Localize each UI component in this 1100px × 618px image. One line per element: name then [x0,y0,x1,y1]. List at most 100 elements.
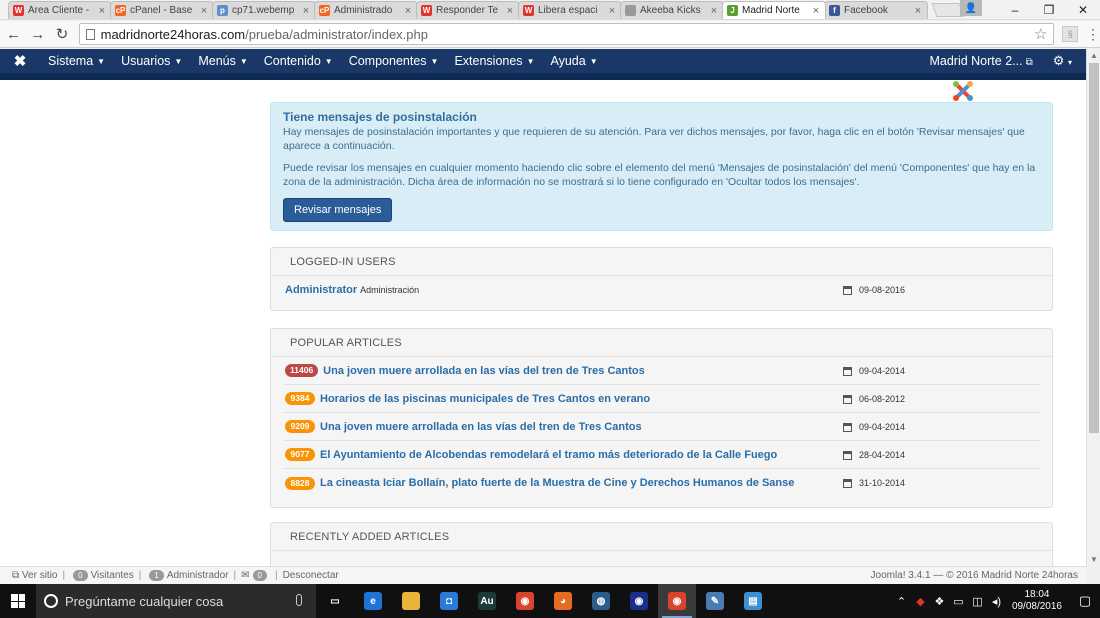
taskbar-app[interactable]: ◍ [582,584,620,618]
article-link[interactable]: El Ayuntamiento de Alcobendas remodelará… [320,449,777,461]
bookmark-star-icon[interactable]: ☆ [1034,25,1047,43]
scroll-up-icon[interactable]: ▲ [1087,49,1100,63]
network-icon[interactable]: ◫ [970,595,985,608]
close-tab-icon[interactable]: × [97,5,107,17]
logged-in-users-panel: LOGGED-IN USERS Administrator Administrac… [270,247,1053,311]
menu-label: Sistema [48,54,94,68]
taskbar-app[interactable]: ▭ [316,584,354,618]
popular-articles-panel: POPULAR ARTICLES 11406 Una joven muere ar… [270,328,1053,508]
profile-button[interactable]: 👤 [960,0,982,16]
forward-button[interactable]: → [27,23,48,45]
clock[interactable]: 18:04 09/08/2016 [1012,589,1062,613]
address-bar[interactable]: madridnorte24horas.com/prueba/administra… [78,23,1055,45]
hits-badge: 11406 [285,364,319,377]
date-text: 28-04-2014 [859,450,906,460]
admins-badge: 1 [149,570,164,581]
page-scrollbar[interactable]: ▲ ▼ [1086,49,1100,567]
taskbar-app[interactable]: ✎ [696,584,734,618]
menu-label: Ayuda [550,54,586,68]
extension-icon[interactable]: § [1062,26,1078,42]
article-row: 9384 Horarios de las piscinas municipales… [283,385,1040,413]
logout-link[interactable]: Desconectar [283,570,339,581]
menu-ayuda[interactable]: Ayuda ▼ [542,49,605,73]
article-link[interactable]: Una joven muere arrollada en las vías de… [323,365,645,377]
taskbar-app[interactable]: ◕ [544,584,582,618]
volume-icon[interactable]: ◂) [989,595,1004,608]
date-cell: 09-08-2016 [843,276,905,304]
task-view-icon: ▭ [326,592,344,610]
close-tab-icon[interactable]: × [811,5,821,17]
menu-usuarios[interactable]: Usuarios ▼ [113,49,190,73]
reload-button[interactable]: ↻ [51,23,72,45]
close-window-button[interactable]: ✕ [1066,0,1100,20]
close-tab-icon[interactable]: × [403,5,413,17]
taskbar-app[interactable]: e [354,584,392,618]
taskbar-app[interactable]: ◉ [620,584,658,618]
restore-button[interactable]: ❐ [1032,0,1066,20]
notifications-icon[interactable]: ▢ [1070,584,1100,618]
alert-title: Tiene mensajes de posinstalación [283,110,477,124]
browser-tab[interactable]: Akeeba Kicks × [620,1,724,19]
tab-label: Libera espaci [538,5,598,16]
site-link[interactable]: Madrid Norte 2... ⧉ [929,54,1044,68]
article-row: 11406 Una joven muere arrollada en las ví… [283,357,1040,385]
article-link[interactable]: Una joven muere arrollada en las vías de… [320,421,642,433]
article-link[interactable]: Horarios de las piscinas municipales de … [320,393,650,405]
menu-componentes[interactable]: Componentes ▼ [341,49,447,73]
minimize-button[interactable]: – [998,0,1032,20]
users-list: Administrator Administración 09-08-2016 [271,276,1052,304]
favicon-icon: p [217,5,228,16]
browser-tab[interactable]: cP Administrado × [314,1,418,19]
close-tab-icon[interactable]: × [607,5,617,17]
taskbar-app[interactable] [392,584,430,618]
scroll-thumb[interactable] [1089,63,1099,433]
browser-tab[interactable]: W Área Cliente - × [8,1,112,19]
site-name: Madrid Norte 2... [929,54,1023,68]
start-button[interactable] [0,584,36,618]
browser-tab[interactable]: cP cPanel - Base × [110,1,214,19]
browser-menu-icon[interactable]: ⋮ [1086,26,1100,43]
taskbar-app[interactable]: Au [468,584,506,618]
cortana-search-box[interactable]: Pregúntame cualquier cosa [36,584,316,618]
browser-tab[interactable]: W Responder Te × [416,1,520,19]
close-tab-icon[interactable]: × [913,5,923,17]
browser-tab[interactable]: W Libera espaci × [518,1,622,19]
close-tab-icon[interactable]: × [505,5,515,17]
menu-sistema[interactable]: Sistema ▼ [40,49,113,73]
menu-contenido[interactable]: Contenido ▼ [256,49,341,73]
browser-toolbar: ← → ↻ madridnorte24horas.com/prueba/admi… [0,21,1100,48]
clock-date: 09/08/2016 [1011,601,1062,612]
cortana-icon [44,594,58,608]
taskbar-app[interactable]: ◉ [506,584,544,618]
review-messages-button[interactable]: Revisar mensajes [283,198,393,222]
battery-icon[interactable]: ▭ [951,595,966,608]
dropbox-icon[interactable]: ❖ [932,595,947,608]
menu-extensiones[interactable]: Extensiones ▼ [446,49,542,73]
user-link[interactable]: Administrator [285,284,357,296]
shield-icon[interactable]: ◆ [913,595,928,608]
user-settings-menu[interactable]: ⚙ ▾ [1045,53,1086,69]
messages-badge[interactable]: 0 [252,570,267,581]
scroll-down-icon[interactable]: ▼ [1087,553,1100,567]
taskbar-app[interactable]: ◘ [430,584,468,618]
hits-badge: 8828 [285,476,315,490]
joomla-icon[interactable]: ✖ [0,49,40,73]
close-tab-icon[interactable]: × [709,5,719,17]
chevron-up-icon[interactable]: ⌃ [894,595,909,608]
browser-tab-strip: W Área Cliente - × cP cPanel - Base × p cp71.we… [0,0,1100,20]
back-button[interactable]: ← [3,23,24,45]
browser-tab[interactable]: J Madrid Norte × [722,1,826,19]
browser-tab[interactable]: p cp71.webemp × [212,1,316,19]
tab-label: Akeeba Kicks [640,5,701,16]
article-link[interactable]: La cineasta Iciar Bollaín, plato fuerte … [320,477,794,489]
menu-menús[interactable]: Menús ▼ [190,49,255,73]
browser-tab[interactable]: f Facebook × [824,1,928,19]
microphone-icon[interactable] [296,594,302,606]
taskbar-app[interactable]: ▤ [734,584,772,618]
close-tab-icon[interactable]: × [199,5,209,17]
close-tab-icon[interactable]: × [301,5,311,17]
chrome-active-icon: ◉ [668,592,686,610]
taskbar-app[interactable]: ◉ [658,584,696,618]
url-path: /prueba/administrator/index.php [245,26,428,42]
view-site-link[interactable]: ⧉ Ver sitio [12,570,58,581]
